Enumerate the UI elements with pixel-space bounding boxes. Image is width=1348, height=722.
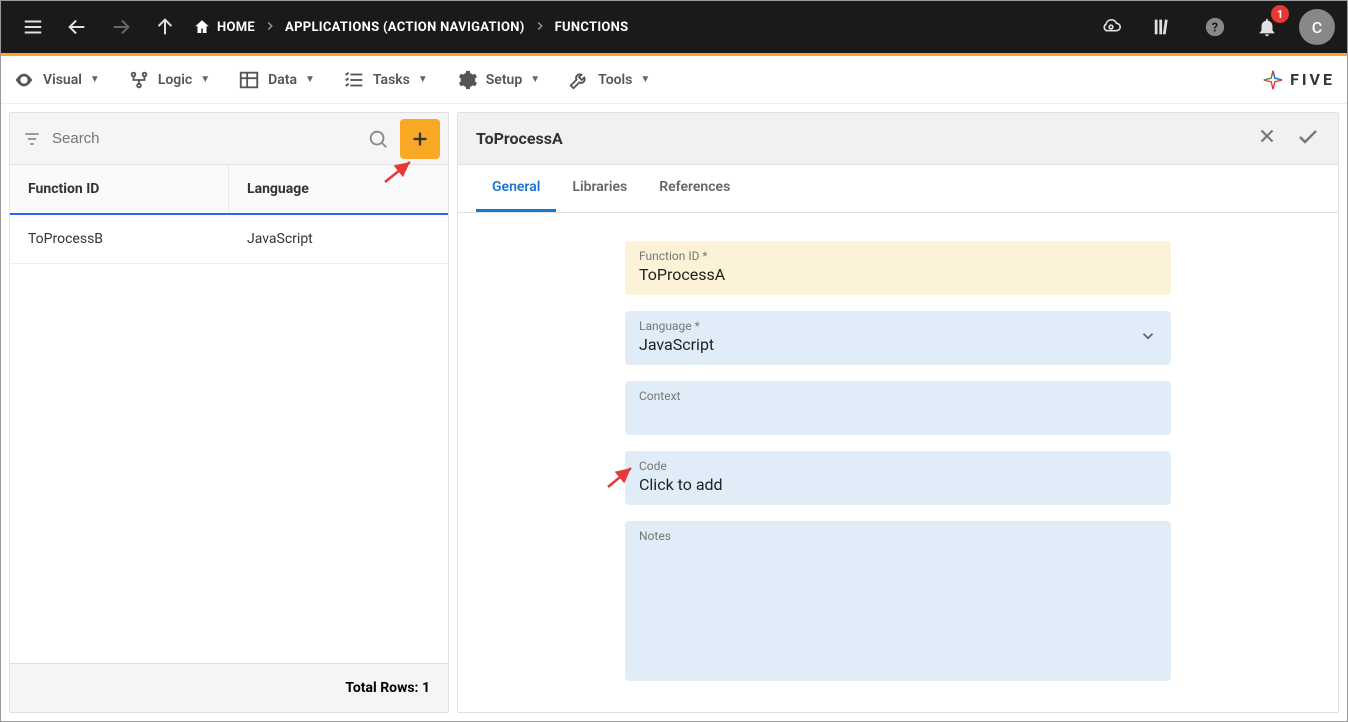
field-label: Context: [639, 389, 1157, 403]
gear-icon: [456, 69, 478, 91]
library-icon[interactable]: [1143, 7, 1183, 47]
eye-icon: [13, 69, 35, 91]
menu-data[interactable]: Data▼: [238, 69, 315, 91]
menu-visual[interactable]: Visual▼: [13, 69, 100, 91]
field-label: Language *: [639, 319, 1157, 333]
menu-label: Visual: [43, 72, 82, 88]
field-value: JavaScript: [639, 335, 1157, 355]
breadcrumb-label: FUNCTIONS: [555, 20, 629, 35]
menu-label: Setup: [486, 72, 522, 88]
notification-badge: 1: [1271, 5, 1289, 23]
logo-text: FIVE: [1290, 70, 1335, 89]
forward-icon: [101, 7, 141, 47]
avatar[interactable]: C: [1299, 9, 1335, 45]
detail-body: Function ID * ToProcessA Language * Java…: [458, 213, 1338, 712]
menu-tasks[interactable]: Tasks▼: [343, 69, 428, 91]
tab-general[interactable]: General: [476, 165, 556, 212]
filter-icon[interactable]: [18, 129, 46, 149]
up-icon[interactable]: [145, 7, 185, 47]
field-label: Code: [639, 459, 1157, 473]
list-body: ToProcessB JavaScript: [10, 215, 448, 663]
breadcrumb: HOME APPLICATIONS (ACTION NAVIGATION) FU…: [193, 18, 628, 37]
menu-label: Tasks: [373, 72, 410, 88]
logo: FIVE: [1262, 69, 1335, 91]
table-icon: [238, 69, 260, 91]
search-row: [10, 113, 448, 165]
field-value: [639, 405, 1157, 425]
logic-icon: [128, 69, 150, 91]
menu-setup[interactable]: Setup▼: [456, 69, 540, 91]
list-footer: Total Rows: 1: [10, 663, 448, 712]
chevron-right-icon: [263, 18, 277, 37]
field-value: ToProcessA: [639, 265, 1157, 285]
main-content: Function ID Language ToProcessB JavaScri…: [1, 104, 1347, 721]
menu-label: Tools: [598, 72, 632, 88]
tab-libraries[interactable]: Libraries: [556, 165, 643, 212]
detail-header: ToProcessA: [458, 113, 1338, 165]
chevron-down-icon: [1139, 327, 1157, 349]
menu-label: Logic: [158, 72, 192, 88]
menubar: Visual▼ Logic▼ Data▼ Tasks▼ Setup▼ Tools…: [1, 56, 1347, 104]
breadcrumb-label: APPLICATIONS (ACTION NAVIGATION): [285, 20, 525, 35]
breadcrumb-functions[interactable]: FUNCTIONS: [555, 20, 629, 35]
notes-field[interactable]: Notes: [625, 521, 1171, 681]
search-icon[interactable]: [360, 128, 396, 150]
language-field[interactable]: Language * JavaScript: [625, 311, 1171, 365]
breadcrumb-home[interactable]: HOME: [193, 18, 255, 36]
home-icon: [193, 18, 211, 36]
detail-tabs: General Libraries References: [458, 165, 1338, 213]
page-title: ToProcessA: [476, 129, 563, 148]
confirm-icon[interactable]: [1296, 125, 1320, 153]
help-icon[interactable]: ?: [1195, 7, 1235, 47]
hamburger-icon[interactable]: [13, 7, 53, 47]
tools-icon: [568, 69, 590, 91]
search-input[interactable]: [46, 130, 360, 147]
tasks-icon: [343, 69, 365, 91]
field-label: Notes: [639, 529, 1157, 543]
context-field[interactable]: Context: [625, 381, 1171, 435]
column-function-id[interactable]: Function ID: [10, 165, 229, 213]
breadcrumb-label: HOME: [217, 20, 255, 35]
notifications-icon[interactable]: 1: [1247, 7, 1287, 47]
list-header: Function ID Language: [10, 165, 448, 215]
cloud-icon[interactable]: [1091, 7, 1131, 47]
table-row[interactable]: ToProcessB JavaScript: [10, 215, 448, 264]
tab-references[interactable]: References: [643, 165, 746, 212]
plus-icon: [409, 128, 431, 150]
field-value: Click to add: [639, 475, 1157, 495]
menu-tools[interactable]: Tools▼: [568, 69, 650, 91]
function-id-field[interactable]: Function ID * ToProcessA: [625, 241, 1171, 295]
code-field[interactable]: Code Click to add: [625, 451, 1171, 505]
breadcrumb-applications[interactable]: APPLICATIONS (ACTION NAVIGATION): [285, 20, 525, 35]
cell-language: JavaScript: [229, 215, 448, 263]
field-value: [639, 545, 1157, 565]
svg-text:?: ?: [1212, 21, 1218, 36]
back-icon[interactable]: [57, 7, 97, 47]
logo-icon: [1262, 69, 1284, 91]
chevron-right-icon: [533, 18, 547, 37]
add-button[interactable]: [400, 119, 440, 159]
menu-label: Data: [268, 72, 297, 88]
function-detail-panel: ToProcessA General Libraries References …: [457, 112, 1339, 713]
cell-function-id: ToProcessB: [10, 215, 229, 263]
menu-logic[interactable]: Logic▼: [128, 69, 210, 91]
topbar: HOME APPLICATIONS (ACTION NAVIGATION) FU…: [1, 1, 1347, 53]
functions-list-panel: Function ID Language ToProcessB JavaScri…: [9, 112, 449, 713]
close-icon[interactable]: [1256, 125, 1278, 153]
field-label: Function ID *: [639, 249, 1157, 263]
column-language[interactable]: Language: [229, 165, 448, 213]
